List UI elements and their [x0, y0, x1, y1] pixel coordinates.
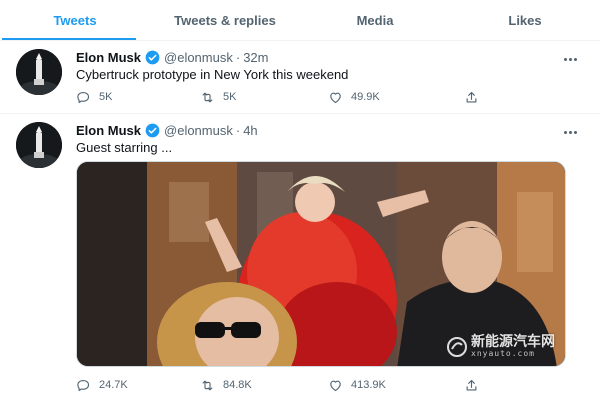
retweet-icon [202, 92, 213, 102]
more-dot [573, 57, 577, 61]
profile-tabs: Tweets Tweets & replies Media Likes [0, 0, 600, 40]
more-dot [573, 130, 577, 134]
reply-button[interactable]: 5K [76, 90, 200, 105]
photo-watermark: 新能源汽车网 xnyauto.com [447, 335, 555, 358]
share-button[interactable] [464, 90, 487, 105]
author-handle[interactable]: @elonmusk [164, 123, 233, 138]
tweet-text: Cybertruck prototype in New York this we… [76, 67, 349, 82]
reply-count: 24.7K [99, 379, 128, 391]
separator-dot: · [235, 123, 241, 138]
separator-dot: · [235, 50, 241, 65]
tab-tweets-and-replies[interactable]: Tweets & replies [150, 0, 300, 40]
tab-label: Tweets [53, 12, 97, 28]
retweet-icon [202, 380, 213, 390]
tweet-timestamp[interactable]: 4h [243, 123, 257, 138]
more-dot [563, 130, 567, 134]
verified-badge-icon [145, 50, 160, 65]
tweet[interactable]: Elon Musk @elonmusk · 4h Guest starring … [0, 114, 600, 400]
more-options-button[interactable] [560, 51, 580, 67]
retweet-count: 5K [223, 91, 237, 103]
tab-likes[interactable]: Likes [450, 0, 600, 40]
watermark-subtext: xnyauto.com [471, 349, 535, 358]
tweet[interactable]: Elon Musk @elonmusk · 32m Cybertruck pro… [0, 41, 600, 113]
share-icon [466, 379, 477, 390]
like-button[interactable]: 413.9K [328, 378, 464, 393]
more-dot [563, 57, 567, 61]
tweet-header: Elon Musk @elonmusk · 4h [76, 123, 258, 138]
retweet-button[interactable]: 5K [200, 90, 328, 105]
tab-label: Likes [508, 12, 542, 28]
like-count: 413.9K [351, 379, 386, 391]
avatar-image [16, 122, 62, 168]
tweet-actions: 5K 5K 49.9K [76, 88, 487, 106]
reply-icon [77, 91, 90, 103]
heart-icon [330, 380, 341, 391]
share-icon [466, 91, 477, 102]
heart-icon [330, 92, 341, 103]
more-dot [568, 57, 572, 61]
watermark-logo-icon [447, 336, 467, 357]
avatar[interactable] [16, 49, 62, 95]
tab-tweets[interactable]: Tweets [0, 0, 150, 40]
verified-badge-icon [145, 123, 160, 138]
tweet-text: Guest starring ... [76, 140, 173, 155]
share-button[interactable] [464, 378, 487, 393]
reply-button[interactable]: 24.7K [76, 378, 200, 393]
reply-icon [77, 379, 90, 391]
avatar-image [16, 49, 62, 95]
tab-label: Media [356, 12, 394, 28]
tab-media[interactable]: Media [300, 0, 450, 40]
tweet-actions: 24.7K 84.8K 413.9K [76, 376, 487, 394]
tweet-header: Elon Musk @elonmusk · 32m [76, 50, 269, 65]
tab-label: Tweets & replies [174, 12, 276, 28]
tweet-timestamp[interactable]: 32m [243, 50, 268, 65]
retweet-count: 84.8K [223, 379, 252, 391]
retweet-button[interactable]: 84.8K [200, 378, 328, 393]
more-options-button[interactable] [560, 124, 580, 140]
like-button[interactable]: 49.9K [328, 90, 464, 105]
author-name[interactable]: Elon Musk [76, 123, 141, 138]
watermark-text: 新能源汽车网 [471, 334, 555, 350]
avatar[interactable] [16, 122, 62, 168]
author-name[interactable]: Elon Musk [76, 50, 141, 65]
more-dot [568, 130, 572, 134]
watermark-text-block: 新能源汽车网 xnyauto.com [471, 335, 555, 358]
tweet-photo[interactable]: 新能源汽车网 xnyauto.com [76, 161, 566, 367]
reply-count: 5K [99, 91, 113, 103]
author-handle[interactable]: @elonmusk [164, 50, 233, 65]
like-count: 49.9K [351, 91, 380, 103]
